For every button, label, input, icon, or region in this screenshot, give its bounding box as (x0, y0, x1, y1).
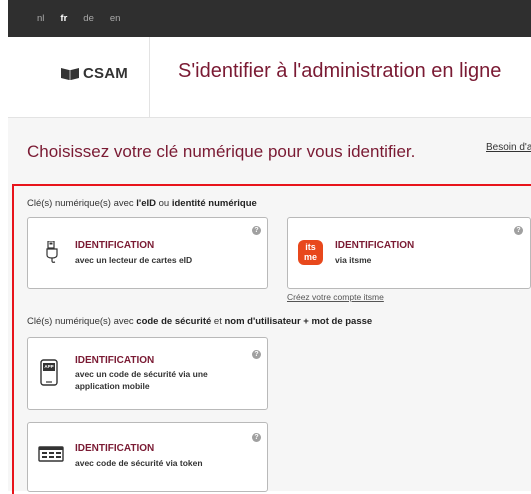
header-divider (149, 37, 150, 117)
csam-logo[interactable]: CSAM (60, 65, 128, 82)
card-subtitle: avec un code de sécurité via une applica… (75, 369, 208, 391)
page-title: S'identifier à l'administration en ligne (178, 60, 502, 82)
help-icon[interactable]: ? (252, 433, 261, 442)
card-eid-reader[interactable]: IDENTIFICATION avec un lecteur de cartes… (27, 217, 268, 289)
card-subtitle: via itsme (335, 255, 372, 265)
card-reader-icon (46, 240, 60, 268)
csam-logo-icon (61, 67, 79, 80)
itsme-logo-icon: its me (298, 240, 323, 265)
token-icon (38, 446, 64, 467)
help-link[interactable]: Besoin d'aide? (486, 142, 531, 153)
section-label-security-code: Clé(s) numérique(s) avec code de sécurit… (27, 316, 373, 327)
card-subtitle: avec code de sécurité via token (75, 458, 203, 468)
language-bar: nl fr de en (8, 0, 531, 37)
card-title: IDENTIFICATION (75, 443, 155, 454)
card-token[interactable]: IDENTIFICATION avec code de sécurité via… (27, 422, 268, 492)
card-title: IDENTIFICATION (335, 240, 415, 251)
help-icon[interactable]: ? (252, 350, 261, 359)
card-subtitle: avec un lecteur de cartes eID (75, 255, 193, 265)
lang-de[interactable]: de (83, 13, 94, 24)
help-icon[interactable]: ? (514, 226, 523, 235)
card-title: IDENTIFICATION (75, 355, 155, 366)
card-mobile-app[interactable]: APP IDENTIFICATION avec un code de sécur… (27, 337, 268, 410)
main-content: Choisissez votre clé numérique pour vous… (8, 118, 531, 494)
lang-fr[interactable]: fr (60, 13, 67, 24)
header: CSAM S'identifier à l'administration en … (8, 37, 531, 118)
lang-nl[interactable]: nl (37, 13, 44, 24)
card-title: IDENTIFICATION (75, 240, 155, 251)
card-itsme[interactable]: its me IDENTIFICATION via itsme ? (287, 217, 531, 289)
help-icon[interactable]: ? (252, 226, 261, 235)
logo-text: CSAM (83, 65, 128, 82)
create-itsme-account-link[interactable]: Créez votre compte itsme (287, 292, 384, 302)
mobile-app-icon: APP (40, 359, 58, 391)
choose-heading: Choisissez votre clé numérique pour vous… (27, 142, 416, 161)
lang-en[interactable]: en (110, 13, 121, 24)
page-edge (0, 0, 8, 491)
